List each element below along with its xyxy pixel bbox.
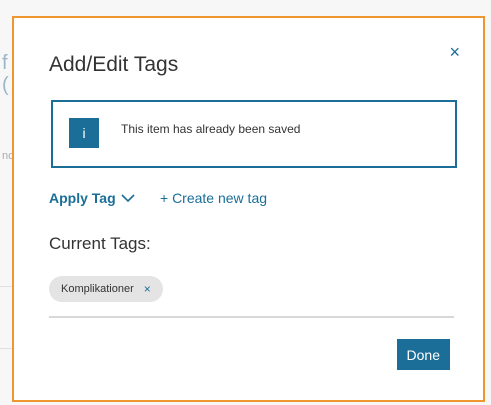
info-icon: i <box>69 118 99 148</box>
screen: f ( nc Add/Edit Tags × i This item has a… <box>0 0 491 405</box>
divider <box>49 316 454 318</box>
background-text-fragment: f <box>2 52 8 74</box>
create-new-tag-link[interactable]: + Create new tag <box>160 190 267 206</box>
close-icon[interactable]: × <box>449 43 460 61</box>
background-divider <box>0 348 12 349</box>
tag-chip-label: Komplikationer <box>61 283 134 295</box>
info-message: This item has already been saved <box>121 122 301 136</box>
add-edit-tags-modal: Add/Edit Tags × i This item has already … <box>12 16 485 402</box>
info-alert: i This item has already been saved <box>51 100 457 168</box>
current-tags-heading: Current Tags: <box>49 234 151 253</box>
apply-tag-label: Apply Tag <box>49 190 116 206</box>
apply-tag-dropdown[interactable]: Apply Tag <box>49 190 135 206</box>
remove-tag-icon[interactable]: × <box>144 282 151 296</box>
background-divider <box>0 286 12 287</box>
background-text-fragment: ( <box>2 74 9 96</box>
background-text-fragment: nc <box>2 150 12 162</box>
chevron-down-icon <box>121 194 135 203</box>
tag-chip: Komplikationer × <box>49 276 163 302</box>
modal-title: Add/Edit Tags <box>49 53 179 76</box>
done-button[interactable]: Done <box>396 339 450 370</box>
